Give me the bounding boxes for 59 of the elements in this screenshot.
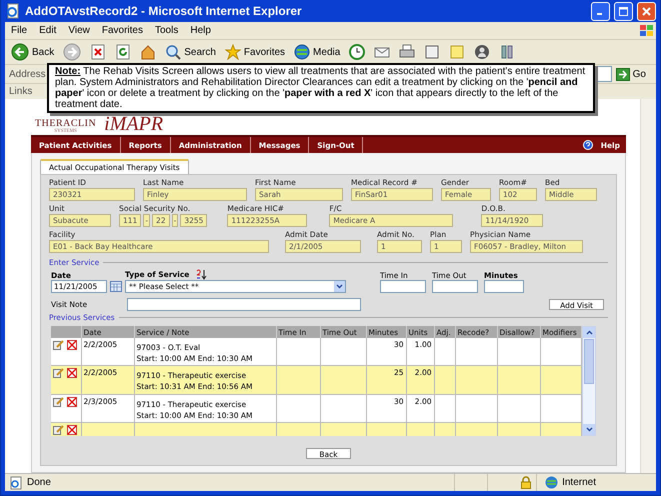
menu-item[interactable]: Edit xyxy=(39,25,56,36)
sort-icon[interactable] xyxy=(195,269,208,280)
calendar-icon[interactable] xyxy=(110,281,122,292)
pencil-paper-icon[interactable] xyxy=(53,424,64,435)
maximize-button[interactable] xyxy=(614,2,633,20)
globe-icon xyxy=(545,476,558,489)
scroll-up-icon[interactable] xyxy=(586,330,592,335)
lock-icon xyxy=(520,476,532,489)
help-icon[interactable] xyxy=(582,140,593,150)
go-arrow-icon[interactable] xyxy=(616,68,630,80)
note-tooltip: Note: The Rehab Visits Screen allows users to view all treatments that are associated with the patient's entire treatment plan. System Administrators and Rehabilitation Director Clearances can edit a treatment by clicking on the 'pencil and paper' icon or delete a treatment by clicking on the 'paper with a red X' icon that appears directly to the left of the treatment date. xyxy=(47,63,595,113)
go-label[interactable]: Go xyxy=(632,68,646,80)
windows-flag-icon xyxy=(638,24,656,38)
time-in-field[interactable] xyxy=(380,280,426,293)
minutes-field[interactable] xyxy=(484,280,524,293)
printer-icon[interactable] xyxy=(399,44,416,60)
pencil-paper-icon[interactable] xyxy=(53,396,64,406)
visit-note-field[interactable] xyxy=(127,298,361,311)
menu-item[interactable]: View xyxy=(68,25,90,36)
time-out-field[interactable] xyxy=(432,280,478,293)
menu-item[interactable]: Help xyxy=(190,25,211,36)
menu-item[interactable]: File xyxy=(11,25,28,36)
window-title: AddOTAvstRecord2 - Microsoft Internet Explorer xyxy=(25,4,303,18)
page-icon[interactable] xyxy=(424,44,440,60)
menu-item[interactable]: Tools xyxy=(154,25,178,36)
browser-page-icon xyxy=(5,3,21,19)
minimize-button[interactable] xyxy=(591,2,610,20)
globe-icon[interactable] xyxy=(294,44,310,60)
refresh-icon[interactable] xyxy=(115,44,132,60)
delete-icon[interactable] xyxy=(67,424,77,435)
toolbar-label[interactable]: Media xyxy=(313,46,340,58)
menu-item[interactable]: Favorites xyxy=(102,25,143,36)
pencil-paper-icon[interactable] xyxy=(53,368,64,378)
delete-icon[interactable] xyxy=(67,368,77,378)
delete-icon[interactable] xyxy=(67,340,77,350)
stop-icon[interactable] xyxy=(90,44,106,60)
close-icon[interactable] xyxy=(642,6,651,16)
address-label: Address xyxy=(9,68,46,80)
scroll-down-icon[interactable] xyxy=(586,427,592,432)
maximize-icon[interactable] xyxy=(619,6,628,16)
star-icon[interactable] xyxy=(224,44,241,60)
page-scrollbar[interactable] xyxy=(640,99,656,473)
toolbar-label[interactable]: Favorites xyxy=(244,46,286,58)
toolbar-label[interactable]: Search xyxy=(184,46,216,58)
pencil-paper-icon[interactable] xyxy=(53,340,64,350)
zone-text: Internet xyxy=(562,477,596,488)
table-scrollbar[interactable] xyxy=(582,326,596,436)
status-text: Done xyxy=(27,477,51,488)
page-icon xyxy=(9,476,23,490)
search-icon[interactable] xyxy=(165,44,182,60)
toolbar-label[interactable]: Back xyxy=(32,46,54,58)
logo-text: THERACLIN xyxy=(35,119,96,129)
close-button[interactable] xyxy=(637,2,656,20)
home-icon[interactable] xyxy=(140,44,156,60)
clock-icon[interactable] xyxy=(349,44,366,60)
delete-icon[interactable] xyxy=(67,396,77,406)
person-icon[interactable] xyxy=(474,44,490,60)
links-label[interactable]: Links xyxy=(9,86,32,97)
product-name: iMAPR xyxy=(104,114,164,134)
